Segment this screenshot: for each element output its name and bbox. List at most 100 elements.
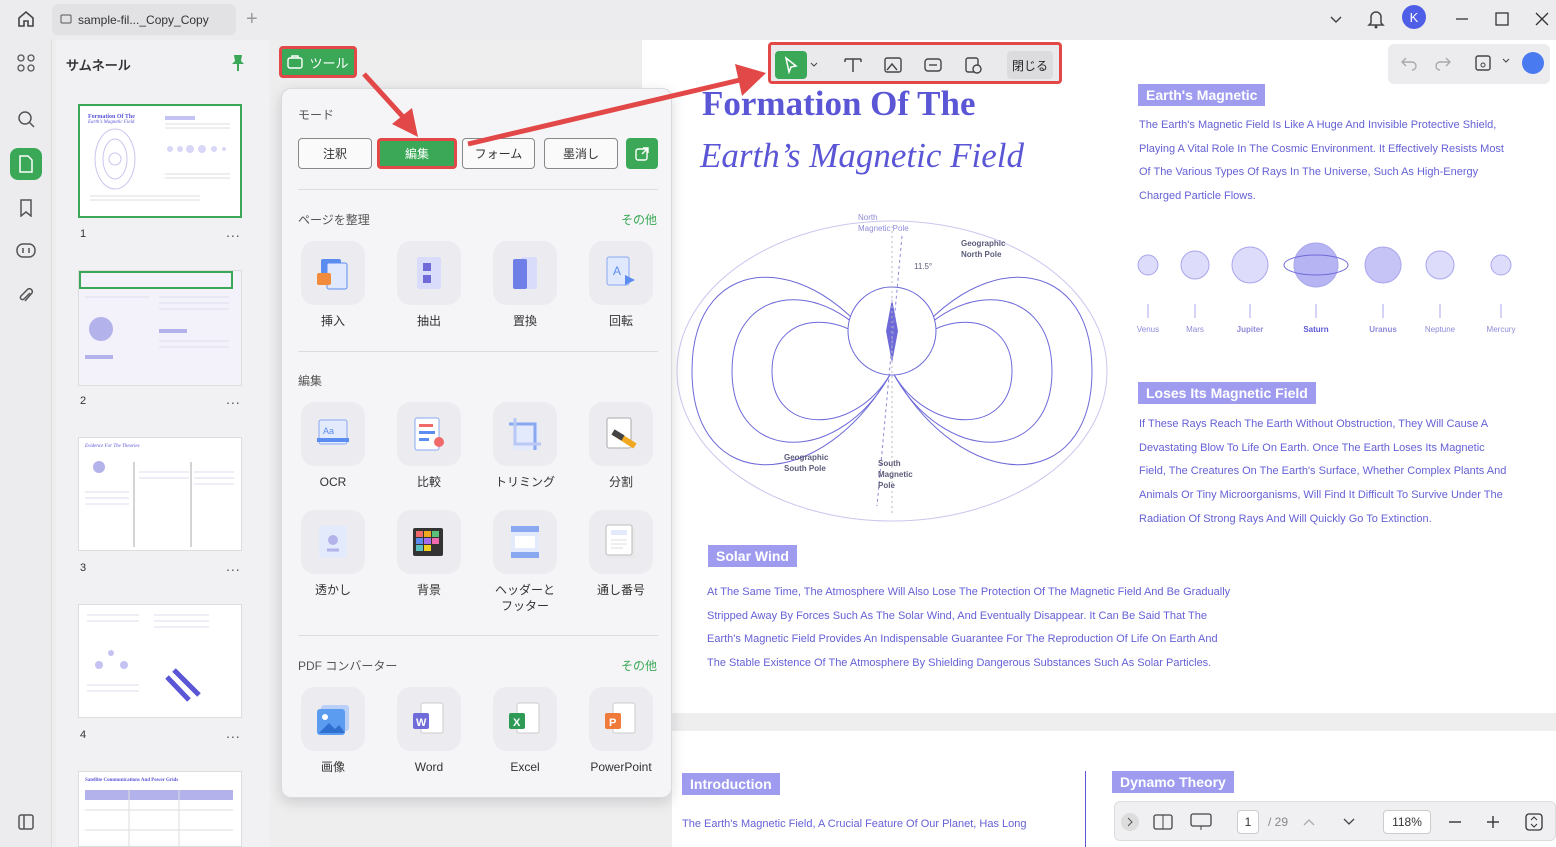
section-tag: Solar Wind (708, 545, 797, 567)
zoom-in-icon[interactable] (1483, 810, 1503, 834)
watermark-icon[interactable] (959, 51, 987, 79)
word-file-icon: W (397, 687, 461, 751)
bates-number-tool[interactable]: 通し番号 (581, 510, 661, 598)
fit-page-icon[interactable] (1523, 810, 1545, 834)
geographic-south-pole-label: Geographic (784, 453, 829, 462)
section-paragraph: The Earth's Magnetic Field, A Crucial Fe… (682, 818, 1027, 830)
ocr-tool[interactable]: Aa OCR (293, 402, 373, 490)
presentation-icon[interactable] (1189, 810, 1213, 834)
image-icon[interactable] (879, 51, 907, 79)
more-icon[interactable]: ... (226, 558, 241, 574)
home-icon[interactable] (12, 5, 40, 33)
replace-tool[interactable]: 置換 (485, 241, 565, 329)
convert-word-tool[interactable]: W Word (389, 687, 469, 775)
convert-image-tool[interactable]: 画像 (293, 687, 373, 775)
north-magnetic-pole-label: Magnetic Pole (858, 224, 909, 233)
search-icon[interactable] (10, 103, 42, 135)
text-icon[interactable] (839, 51, 867, 79)
south-magnetic-pole-label: Pole (878, 481, 895, 490)
section-paragraph: At The Same Time, The Atmosphere Will Al… (707, 586, 1231, 670)
more-icon[interactable]: ... (226, 725, 241, 741)
watermark-tool[interactable]: 透かし (293, 510, 373, 598)
chevron-down-icon[interactable] (1322, 6, 1350, 34)
convert-excel-tool[interactable]: X Excel (485, 687, 565, 775)
more-icon[interactable]: ... (226, 391, 241, 407)
crop-tool[interactable]: トリミング (485, 402, 565, 490)
chevron-down-icon[interactable] (1502, 58, 1510, 64)
split-tool[interactable]: 分割 (581, 402, 661, 490)
section-paragraph: The Earth's Magnetic Field Is Like A Hug… (1139, 119, 1504, 203)
replace-pages-icon (493, 241, 557, 305)
chevron-up-icon[interactable] (1299, 810, 1319, 834)
background-icon (397, 510, 461, 574)
bates-number-icon (589, 510, 653, 574)
attachment-icon[interactable] (10, 280, 42, 312)
ai-chat-icon[interactable] (10, 236, 42, 268)
select-cursor-icon[interactable] (775, 51, 807, 79)
avatar[interactable]: K (1402, 5, 1426, 29)
page-thumbnail-1[interactable]: Formation Of The Earth's Magnetic Field (78, 104, 242, 218)
insert-tool[interactable]: 挿入 (293, 241, 373, 329)
close-edit-button[interactable]: 閉じる (1007, 51, 1053, 79)
open-external-icon[interactable] (626, 138, 658, 169)
zoom-level[interactable]: 118% (1383, 810, 1431, 834)
rotate-tool[interactable]: A 回転 (581, 241, 661, 329)
edit-mode-button[interactable]: 編集 (377, 138, 457, 169)
page-number: 3 (80, 562, 87, 574)
image-file-icon (301, 687, 365, 751)
bookmark-icon[interactable] (10, 192, 42, 224)
bottom-toolbar: 1 / 29 118% (1114, 801, 1556, 841)
header-footer-tool[interactable]: ヘッダーと フッター (485, 510, 565, 614)
document-title: Formation Of The (702, 84, 976, 123)
save-icon[interactable] (1474, 54, 1492, 72)
chevron-right-icon[interactable] (1121, 813, 1139, 831)
form-mode-button[interactable]: フォーム (462, 138, 535, 169)
zoom-out-icon[interactable] (1445, 810, 1465, 834)
new-tab-icon[interactable]: + (246, 8, 258, 30)
tools-button[interactable]: ツール (279, 46, 357, 78)
svg-text:W: W (416, 717, 427, 729)
organize-more-link[interactable]: その他 (621, 211, 657, 228)
page-number: 1 (80, 228, 87, 240)
grid-icon[interactable] (10, 47, 42, 79)
maximize-icon[interactable] (1488, 5, 1516, 33)
pin-icon[interactable] (230, 54, 246, 72)
page-number-input[interactable]: 1 (1237, 810, 1259, 834)
page-thumbnail-5[interactable]: Satellite Communications And Power Grids (78, 771, 242, 847)
header-footer-icon (493, 510, 557, 574)
panel-toggle-icon[interactable] (10, 806, 42, 838)
excel-file-icon: X (493, 687, 557, 751)
chevron-down-icon[interactable] (1339, 810, 1359, 834)
link-icon[interactable] (919, 51, 947, 79)
more-icon[interactable]: ... (226, 224, 241, 240)
column-divider (1085, 771, 1086, 847)
ai-assistant-icon[interactable] (1522, 52, 1544, 74)
section-paragraph: If These Rays Reach The Earth Without Ob… (1139, 418, 1507, 525)
extract-tool[interactable]: 抽出 (389, 241, 469, 329)
annotate-mode-button[interactable]: 注釈 (298, 138, 372, 169)
convert-powerpoint-tool[interactable]: P PowerPoint (581, 687, 661, 775)
svg-text:Venus: Venus (1137, 325, 1159, 334)
organize-header: ページを整理 (298, 213, 370, 227)
compare-tool[interactable]: 比較 (389, 402, 469, 490)
chevron-down-icon[interactable] (807, 51, 821, 79)
tools-button-label: ツール (309, 55, 349, 71)
redact-mode-button[interactable]: 墨消し (544, 138, 618, 169)
minimize-icon[interactable] (1448, 5, 1476, 33)
converter-more-link[interactable]: その他 (621, 657, 657, 674)
document-tab[interactable]: sample-fil..._Copy_Copy (52, 4, 236, 35)
redo-icon[interactable] (1434, 54, 1452, 72)
page-thumbnail-4[interactable] (78, 604, 242, 718)
thumbnails-icon[interactable] (10, 148, 42, 180)
background-tool[interactable]: 背景 (389, 510, 469, 598)
undo-icon[interactable] (1400, 54, 1418, 72)
tab-title: sample-fil..._Copy_Copy (78, 12, 209, 27)
page-number: 4 (80, 729, 87, 741)
page-thumbnail-2[interactable] (78, 270, 242, 386)
section-tag: Earth's Magnetic (1138, 84, 1266, 106)
close-icon[interactable] (1528, 5, 1556, 33)
page-layout-icon[interactable] (1151, 810, 1175, 834)
compare-icon (397, 402, 461, 466)
bell-icon[interactable] (1362, 5, 1390, 33)
page-thumbnail-3[interactable]: Evidence For The Theories (78, 437, 242, 551)
